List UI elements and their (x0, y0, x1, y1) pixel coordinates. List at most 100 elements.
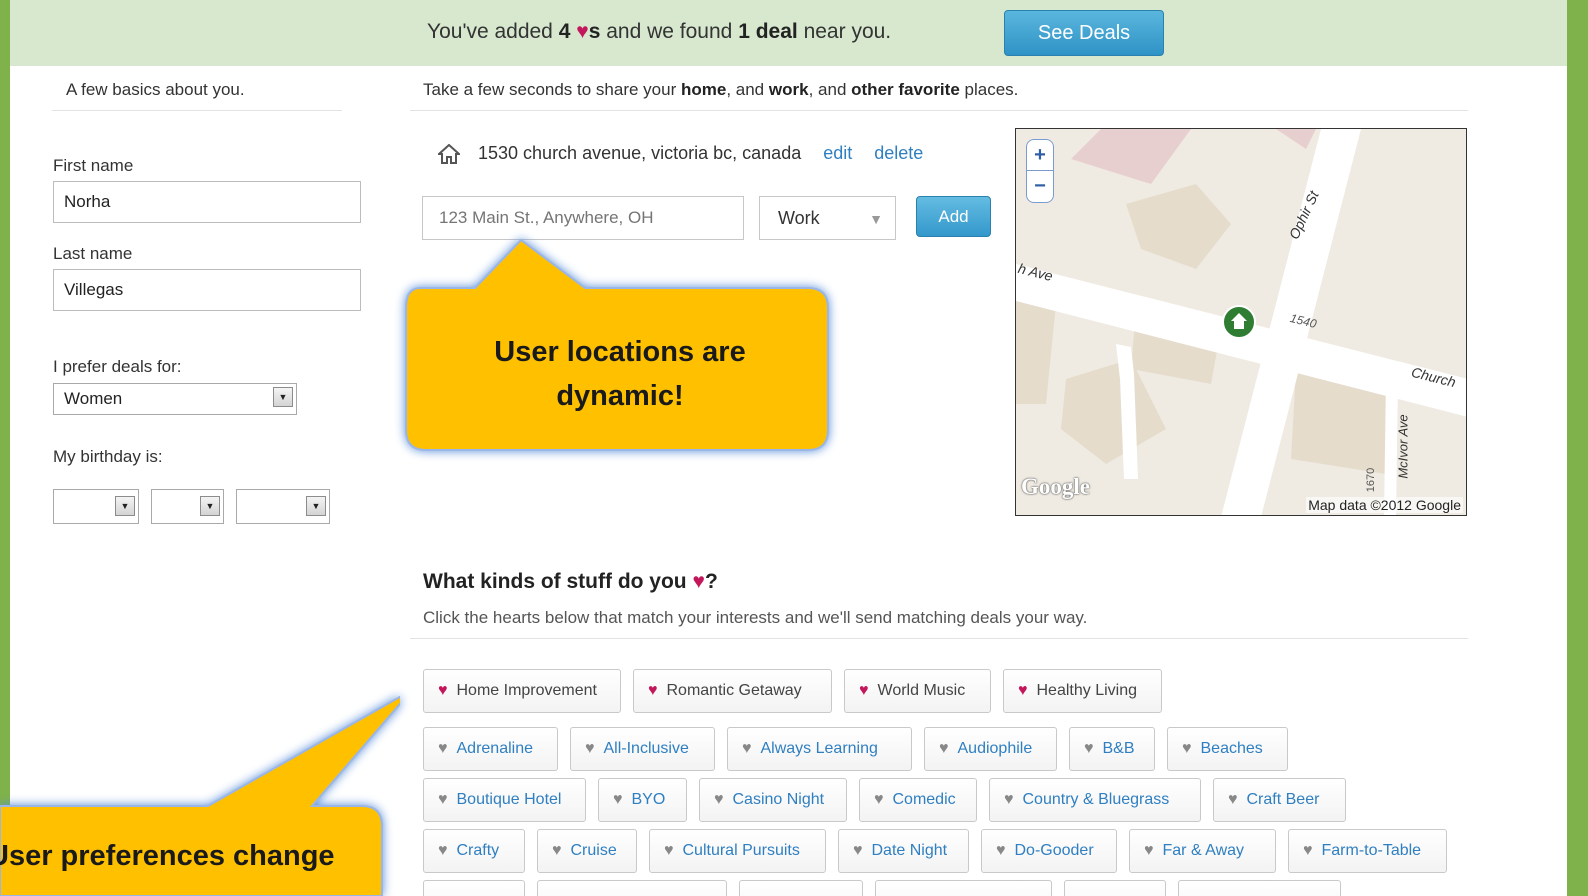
interest-tag[interactable]: ♥ B&B (1069, 727, 1155, 771)
heart-suffix: s (588, 20, 601, 43)
birthday-day-select[interactable]: ▼ (151, 489, 224, 524)
interests-title: What kinds of stuff do you ♥? (423, 570, 718, 594)
banner-text-middle: and we found (606, 20, 733, 43)
interest-tag-partial[interactable] (423, 880, 525, 896)
locations-callout: User locations are dynamic! (400, 232, 834, 456)
birthday-label: My birthday is: (53, 447, 163, 466)
interest-label: Comedic (892, 791, 956, 808)
prefer-deals-label: I prefer deals for: (53, 357, 182, 376)
banner-message: You've added 4 ♥s and we found 1 deal ne… (427, 20, 891, 44)
zoom-out-button[interactable]: − (1027, 171, 1053, 202)
first-name-field[interactable]: Norha (53, 181, 361, 223)
interest-tag[interactable]: ♥ Date Night (838, 829, 969, 873)
location-map[interactable]: + − Ophir St h Ave Church McIvor Ave 154… (1015, 128, 1467, 516)
deal-count: 1 deal (738, 20, 798, 43)
heart-outline-icon: ♥ (853, 842, 863, 859)
interest-tag[interactable]: ♥ Crafty (423, 829, 525, 873)
heart-filled-icon: ♥ (438, 682, 448, 699)
interest-label: Home Improvement (456, 682, 598, 699)
birthday-month-select[interactable]: ▼ (53, 489, 139, 524)
interest-label: B&B (1102, 740, 1135, 757)
heart-outline-icon: ♥ (996, 842, 1006, 859)
interest-tag-partial[interactable] (537, 880, 727, 896)
prefer-deals-value: Women (64, 389, 123, 408)
interest-tag[interactable]: ♥ Craft Beer (1213, 778, 1346, 822)
map-attribution: Map data ©2012 Google (1306, 497, 1463, 513)
heart-outline-icon: ♥ (438, 842, 448, 859)
interest-label: Date Night (871, 842, 948, 859)
interest-tag[interactable]: ♥ BYO (598, 778, 687, 822)
interest-tag-partial[interactable] (875, 880, 1052, 896)
interest-label: Country & Bluegrass (1022, 791, 1170, 808)
interest-tag-partial[interactable] (739, 880, 863, 896)
heart-filled-icon: ♥ (1018, 682, 1028, 699)
interest-tag[interactable]: ♥ Boutique Hotel (423, 778, 586, 822)
places-heading-comma2: , (808, 80, 814, 99)
interest-tag[interactable]: ♥ Always Learning (727, 727, 912, 771)
interest-label: Romantic Getaway (666, 682, 802, 699)
first-name-label: First name (53, 156, 134, 175)
interest-tag[interactable]: ♥ Cultural Pursuits (649, 829, 826, 873)
interest-label: Cruise (570, 842, 617, 859)
heart-outline-icon: ♥ (613, 791, 623, 808)
interest-tag[interactable]: ♥ Casino Night (699, 778, 847, 822)
interest-label: Casino Night (732, 791, 825, 808)
preferences-callout-text: User preferences change (0, 840, 335, 872)
interest-tag[interactable]: ♥ Far & Away (1129, 829, 1276, 873)
edit-location-link[interactable]: edit (823, 143, 852, 164)
interest-tag[interactable]: ♥ All-Inclusive (570, 727, 715, 771)
last-name-value: Villegas (64, 280, 124, 299)
add-location-button[interactable]: Add (916, 196, 991, 237)
chevron-down-icon: ▼ (869, 211, 883, 227)
interest-tag[interactable]: ♥ Country & Bluegrass (989, 778, 1201, 822)
interest-tag-partial[interactable] (1178, 880, 1341, 896)
heart-outline-icon: ♥ (664, 842, 674, 859)
locations-callout-text: User locations are dynamic! (494, 336, 746, 412)
interest-tag-selected[interactable]: ♥ Healthy Living (1003, 669, 1162, 713)
interests-title-suffix: ? (704, 570, 718, 593)
interest-label: Always Learning (760, 740, 878, 757)
preferences-callout: User preferences change (0, 689, 413, 896)
interest-label: Audiophile (957, 740, 1033, 757)
birthday-year-select[interactable]: ▼ (236, 489, 330, 524)
chevron-down-icon: ▼ (273, 387, 293, 407)
interest-label: All-Inclusive (603, 740, 689, 757)
interest-label: Cultural Pursuits (682, 842, 800, 859)
interest-tag[interactable]: ♥ Audiophile (924, 727, 1057, 771)
interest-tag-selected[interactable]: ♥ Home Improvement (423, 669, 621, 713)
interest-tag[interactable]: ♥ Farm-to-Table (1288, 829, 1447, 873)
interest-tag-selected[interactable]: ♥ World Music (844, 669, 991, 713)
chevron-down-icon: ▼ (200, 496, 220, 516)
places-heading-and: and (818, 80, 847, 99)
interest-tag[interactable]: ♥ Do-Gooder (981, 829, 1117, 873)
interest-tag[interactable]: ♥ Comedic (859, 778, 977, 822)
prefer-deals-select[interactable]: Women ▼ (53, 383, 297, 415)
places-heading-other: other favorite (851, 80, 960, 99)
interest-tag[interactable]: ♥ Cruise (537, 829, 637, 873)
saved-location-row: 1530 church avenue, victoria bc, canada … (438, 143, 923, 164)
heart-outline-icon: ♥ (874, 791, 884, 808)
zoom-in-button[interactable]: + (1027, 140, 1053, 171)
chevron-down-icon: ▼ (115, 496, 135, 516)
heart-icon: ♥ (692, 570, 705, 593)
banner-text-suffix: near you. (803, 20, 892, 43)
chevron-down-icon: ▼ (306, 496, 326, 516)
heart-outline-icon: ♥ (1084, 740, 1094, 757)
interest-label: BYO (631, 791, 666, 808)
map-label-1670: 1670 (1365, 467, 1378, 493)
delete-location-link[interactable]: delete (874, 143, 923, 164)
location-type-value: Work (778, 207, 820, 228)
interest-tag[interactable]: ♥ Adrenaline (423, 727, 558, 771)
google-logo: Google (1021, 474, 1090, 499)
places-heading: Take a few seconds to share your home, a… (423, 80, 1018, 100)
heart-outline-icon: ♥ (714, 791, 724, 808)
interest-tag-selected[interactable]: ♥ Romantic Getaway (633, 669, 832, 713)
interest-tag[interactable]: ♥ Beaches (1167, 727, 1288, 771)
interest-tag-partial[interactable] (1064, 880, 1166, 896)
last-name-field[interactable]: Villegas (53, 269, 361, 311)
see-deals-button[interactable]: See Deals (1004, 10, 1164, 56)
interest-label: Adrenaline (456, 740, 534, 757)
banner-text-prefix: You've added (427, 20, 553, 43)
last-name-label: Last name (53, 244, 133, 263)
heart-count: 4 (558, 20, 571, 43)
